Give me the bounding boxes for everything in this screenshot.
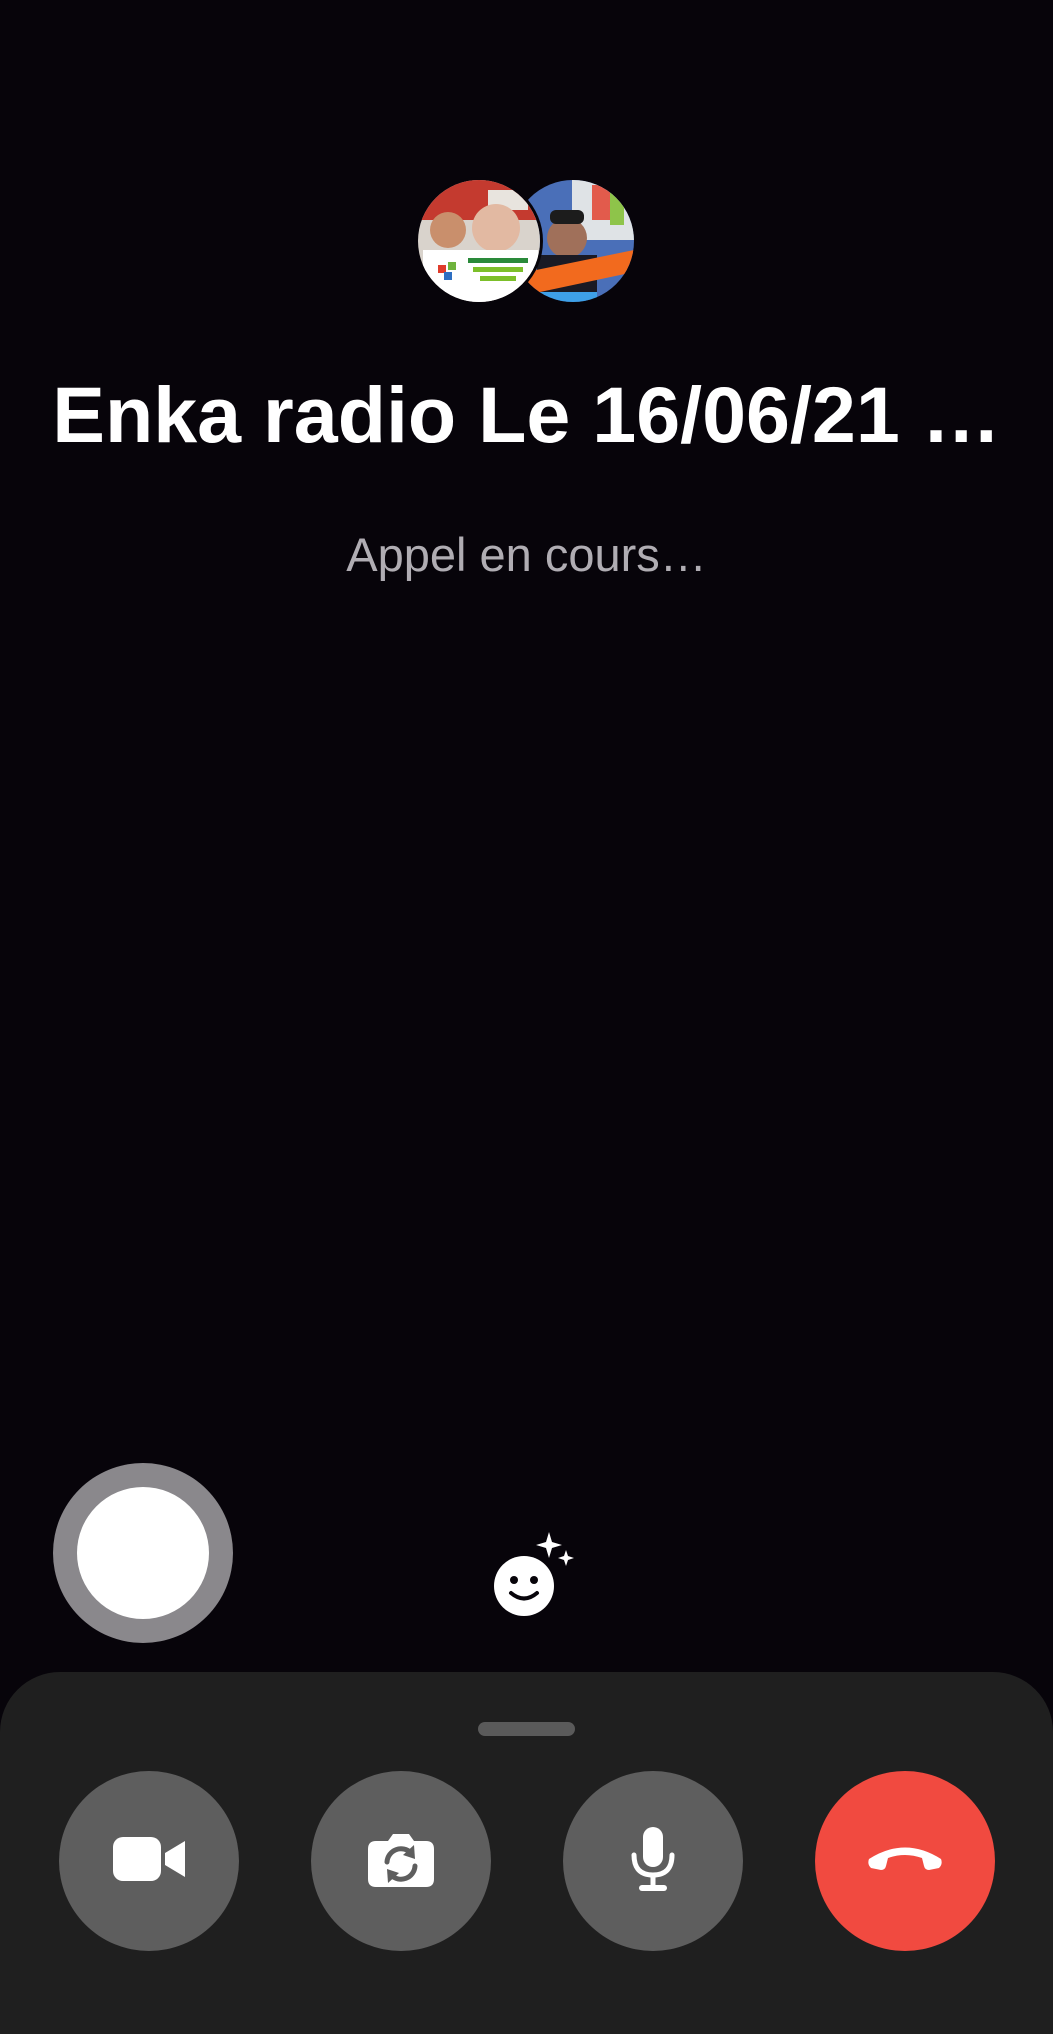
capture-button[interactable]: [53, 1463, 233, 1643]
capture-button-inner: [77, 1487, 209, 1619]
call-title: Enka radio Le 16/06/21 …: [52, 370, 1001, 459]
video-camera-icon: [113, 1835, 185, 1888]
face-sparkle-icon[interactable]: [490, 1530, 580, 1620]
call-screen: Enka radio Le 16/06/21 … Appel en cours…: [0, 0, 1053, 2034]
hang-up-icon: [867, 1842, 943, 1881]
microphone-icon: [629, 1826, 677, 1896]
video-toggle-button[interactable]: [59, 1771, 239, 1951]
call-controls-sheet: [0, 1672, 1053, 2034]
microphone-toggle-button[interactable]: [563, 1771, 743, 1951]
call-status: Appel en cours…: [346, 528, 707, 581]
flip-camera-button[interactable]: [311, 1771, 491, 1951]
end-call-button[interactable]: [815, 1771, 995, 1951]
sheet-drag-handle[interactable]: [478, 1722, 575, 1736]
participant-avatar-1: [418, 180, 540, 302]
flip-camera-icon: [368, 1831, 434, 1892]
